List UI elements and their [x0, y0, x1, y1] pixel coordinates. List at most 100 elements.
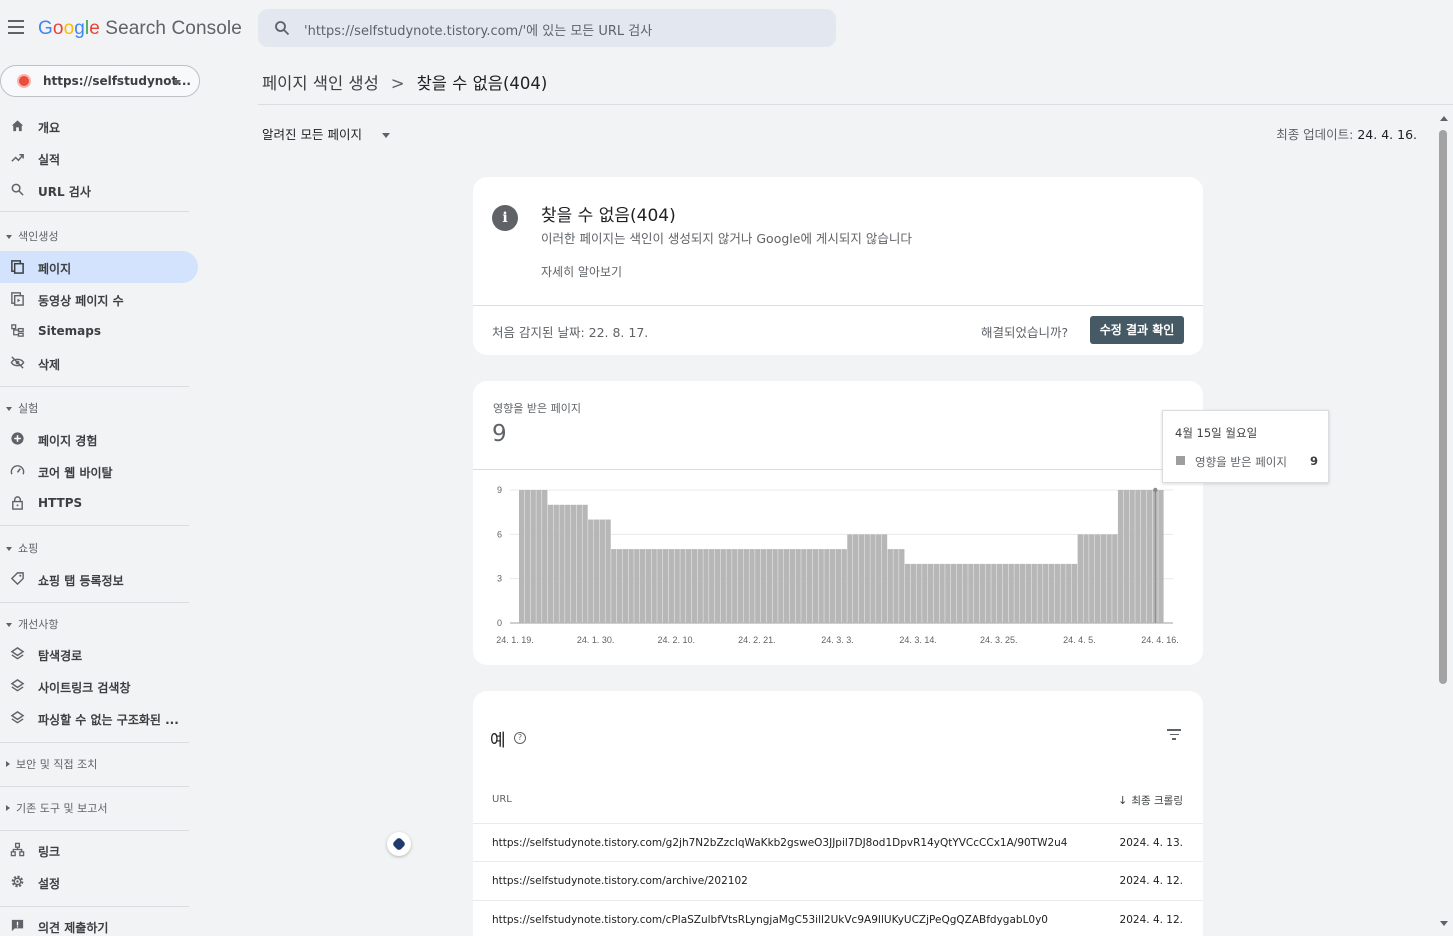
chart-bar[interactable]: [1037, 563, 1043, 623]
chart-bar[interactable]: [1112, 534, 1118, 623]
sidebar-item-removals[interactable]: 삭제: [0, 347, 198, 379]
chart-bar[interactable]: [726, 549, 732, 623]
chart-bar[interactable]: [939, 563, 945, 623]
affected-pages-chart[interactable]: 0 3 6 9 24. 1. 19. 24. 1. 30. 24. 2. 10. 24. 2.…: [473, 476, 1203, 651]
chart-bar[interactable]: [916, 563, 922, 623]
page-filter-dropdown[interactable]: 알려진 모든 페이지: [262, 124, 390, 143]
learn-more-link[interactable]: 자세히 알아보기: [541, 263, 622, 280]
chart-bar[interactable]: [795, 549, 801, 623]
chart-bar[interactable]: [582, 504, 588, 623]
chart-bar[interactable]: [697, 549, 703, 623]
chart-bar[interactable]: [737, 549, 744, 623]
chart-bar[interactable]: [887, 549, 893, 623]
chart-bar[interactable]: [881, 534, 888, 623]
chart-bar[interactable]: [530, 490, 536, 623]
filter-icon[interactable]: [1167, 729, 1181, 741]
app-logo[interactable]: Google Search Console: [38, 18, 242, 40]
chart-bar[interactable]: [1089, 534, 1095, 623]
chart-bar[interactable]: [853, 534, 859, 623]
chart-bar[interactable]: [1135, 490, 1141, 623]
sidebar-section-legacy-tools[interactable]: 기존 도구 및 보고서: [0, 800, 107, 816]
sidebar-item-breadcrumbs[interactable]: 탐색경로: [0, 638, 198, 670]
chart-bar[interactable]: [801, 549, 807, 623]
sidebar-section-indexing[interactable]: 색인생성: [0, 228, 58, 244]
chart-bar[interactable]: [709, 549, 715, 623]
chart-bar[interactable]: [1117, 490, 1124, 623]
property-selector[interactable]: https://selfstudynot...: [0, 65, 200, 97]
chart-bar[interactable]: [559, 504, 565, 623]
table-row[interactable]: https://selfstudynote.tistory.com/g2jh7N…: [473, 823, 1203, 861]
sidebar-item-overview[interactable]: 개요: [0, 110, 198, 142]
chart-bar[interactable]: [985, 563, 991, 623]
chart-bar[interactable]: [1094, 534, 1101, 623]
chart-bar[interactable]: [979, 563, 986, 623]
chart-bar[interactable]: [599, 519, 605, 623]
chart-bar[interactable]: [714, 549, 721, 623]
column-header-url[interactable]: URL: [492, 794, 512, 805]
chart-bar[interactable]: [893, 549, 899, 623]
chart-bar[interactable]: [1054, 563, 1060, 623]
chart-bar[interactable]: [1083, 534, 1089, 623]
sidebar-item-pages[interactable]: 페이지: [0, 251, 198, 283]
chart-bar[interactable]: [1008, 563, 1014, 623]
chart-bar[interactable]: [904, 563, 911, 623]
sidebar-section-enhancements[interactable]: 개선사항: [0, 616, 58, 632]
chart-bar[interactable]: [622, 549, 629, 623]
chart-bar[interactable]: [536, 490, 542, 623]
chart-bar[interactable]: [686, 549, 692, 623]
chart-bar[interactable]: [680, 549, 686, 623]
breadcrumb-parent-link[interactable]: 페이지 색인 생성: [262, 74, 379, 93]
chart-bar[interactable]: [829, 549, 836, 623]
chart-bar[interactable]: [588, 519, 594, 623]
sidebar-section-shopping[interactable]: 쇼핑: [0, 540, 38, 556]
chart-bar[interactable]: [899, 549, 905, 623]
chart-bar[interactable]: [668, 549, 675, 623]
chart-bar[interactable]: [876, 534, 882, 623]
chart-bar[interactable]: [755, 549, 761, 623]
chart-bar[interactable]: [760, 549, 767, 623]
chart-bar[interactable]: [645, 549, 652, 623]
chart-bar[interactable]: [841, 549, 847, 623]
scroll-down-arrow-icon[interactable]: [1440, 921, 1448, 926]
sidebar-item-feedback[interactable]: 의견 제출하기: [0, 910, 198, 936]
sidebar-item-settings[interactable]: 설정: [0, 866, 198, 898]
chart-bar[interactable]: [657, 549, 663, 623]
sidebar-section-security[interactable]: 보안 및 직접 조치: [0, 756, 97, 772]
chart-bar[interactable]: [962, 563, 968, 623]
sidebar-item-links[interactable]: 링크: [0, 834, 198, 866]
sidebar-section-experiments[interactable]: 실험: [0, 400, 38, 416]
chart-bar[interactable]: [1031, 563, 1037, 623]
chart-bar[interactable]: [1146, 490, 1153, 623]
chart-bar[interactable]: [968, 563, 974, 623]
chart-bar[interactable]: [1043, 563, 1049, 623]
sidebar-item-page-experience[interactable]: 페이지 경험: [0, 423, 198, 455]
help-icon[interactable]: ?: [514, 732, 526, 744]
chart-bar[interactable]: [743, 549, 749, 623]
chart-bar[interactable]: [818, 549, 824, 623]
chart-bar[interactable]: [1002, 563, 1009, 623]
scroll-up-arrow-icon[interactable]: [1440, 116, 1448, 121]
chart-bar[interactable]: [1071, 563, 1078, 623]
chart-bar[interactable]: [778, 549, 784, 623]
sidebar-item-video-pages[interactable]: 동영상 페이지 수: [0, 283, 198, 315]
chart-bar[interactable]: [1129, 490, 1135, 623]
chart-bar[interactable]: [639, 549, 646, 623]
sidebar-item-https[interactable]: HTTPS: [0, 487, 198, 519]
url-inspect-search[interactable]: 'https://selfstudynote.tistory.com/'에 있는…: [258, 9, 836, 47]
chart-bar[interactable]: [945, 563, 951, 623]
chart-bar[interactable]: [570, 504, 577, 623]
chart-bar[interactable]: [858, 534, 865, 623]
chart-bar[interactable]: [1077, 534, 1083, 623]
chart-bar[interactable]: [524, 490, 531, 623]
chart-bar[interactable]: [576, 504, 582, 623]
chart-bar[interactable]: [1025, 563, 1032, 623]
sidebar-item-performance[interactable]: 실적: [0, 142, 198, 174]
chart-bar[interactable]: [1140, 490, 1147, 623]
column-header-last-crawled[interactable]: ↓ 최종 크롤링: [1118, 793, 1183, 808]
table-row[interactable]: https://selfstudynote.tistory.com/archiv…: [473, 861, 1203, 899]
chart-bar[interactable]: [519, 490, 525, 623]
chart-bar[interactable]: [772, 549, 778, 623]
chart-bar[interactable]: [1158, 490, 1164, 623]
table-row[interactable]: https://selfstudynote.tistory.com/cPlaSZ…: [473, 900, 1203, 936]
chart-bar[interactable]: [634, 549, 640, 623]
